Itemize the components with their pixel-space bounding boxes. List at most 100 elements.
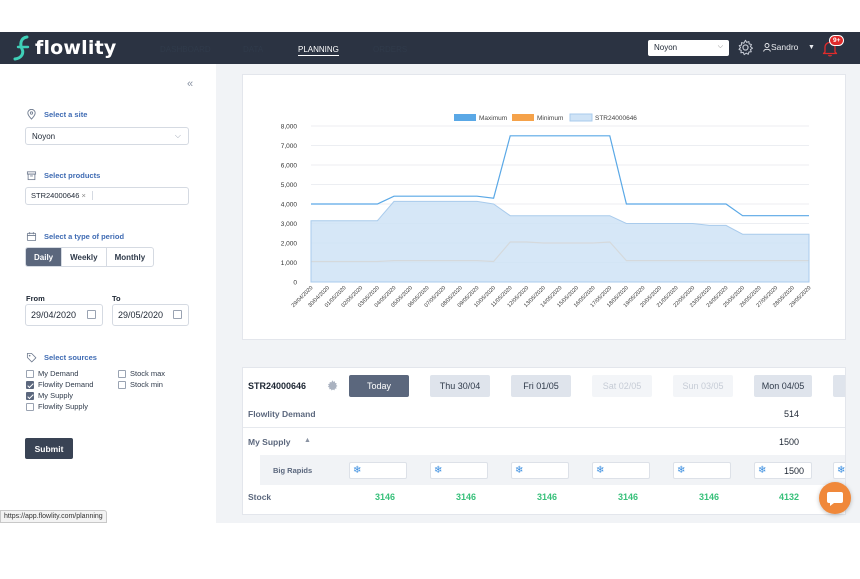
flowlity-demand-label: Flowlity Demand xyxy=(248,409,316,419)
snowflake-icon[interactable]: ❄ xyxy=(353,465,361,476)
nav-planning[interactable]: PLANNING xyxy=(298,45,339,56)
flowlity-logo[interactable]: flowlity xyxy=(12,35,116,61)
supply-input-partial[interactable]: ❄ xyxy=(833,462,845,479)
to-date-input[interactable]: 29/05/2020 xyxy=(112,304,189,326)
snowflake-icon[interactable]: ❄ xyxy=(515,465,523,476)
source-my-demand[interactable]: My Demand xyxy=(26,369,78,378)
supply-input[interactable]: ❄ 1500 xyxy=(754,462,812,479)
day-header[interactable]: Fri 01/05 xyxy=(511,375,571,397)
day-header[interactable]: Thu 30/04 xyxy=(430,375,490,397)
remove-tag-icon[interactable]: × xyxy=(81,191,85,200)
supply-input[interactable]: ❄ xyxy=(430,462,488,479)
source-stock-min[interactable]: Stock min xyxy=(118,380,163,389)
checkbox[interactable] xyxy=(118,369,126,378)
box-icon xyxy=(26,171,37,181)
tag-icon xyxy=(26,352,37,363)
flowlity-logo-icon xyxy=(13,35,30,61)
snowflake-icon[interactable]: ❄ xyxy=(677,465,685,476)
snowflake-icon[interactable]: ❄ xyxy=(434,465,442,476)
checkbox[interactable] xyxy=(26,402,34,411)
chat-widget-button[interactable] xyxy=(819,482,851,514)
nav-orders[interactable]: ORDERS xyxy=(373,45,407,54)
user-menu[interactable]: Sandro xyxy=(763,42,798,52)
y-tick-label: 7,000 xyxy=(281,143,298,150)
from-date-input[interactable]: 29/04/2020 xyxy=(25,304,103,326)
products-multiselect[interactable]: STR24000646 × xyxy=(25,187,189,205)
chevron-down-icon: ⌵ xyxy=(717,43,723,50)
source-flowlity-supply[interactable]: Flowlity Supply xyxy=(26,402,88,411)
period-toggle: Daily Weekly Monthly xyxy=(25,247,155,267)
period-daily[interactable]: Daily xyxy=(26,248,63,266)
product-tag: STR24000646 × xyxy=(31,191,93,200)
planning-chart: 0 1,000 2,000 3,000 4,000 5,000 6,000 7,000 8,00… xyxy=(281,113,812,309)
source-flowlity-demand[interactable]: Flowlity Demand xyxy=(26,380,93,389)
legend-label: Minimum xyxy=(537,115,563,122)
today-button[interactable]: Today xyxy=(349,375,409,397)
snowflake-icon[interactable]: ❄ xyxy=(596,465,604,476)
big-rapids-value: 1500 xyxy=(783,466,804,476)
y-tick-label: 0 xyxy=(293,280,297,287)
period-label: Select a type of period xyxy=(26,231,124,242)
sources-label: Select sources xyxy=(26,352,97,363)
row-divider xyxy=(243,427,845,428)
checkbox[interactable] xyxy=(26,391,34,400)
stock-value: 4132 xyxy=(778,492,799,502)
nav-dashboard[interactable]: DASHBOARD xyxy=(160,45,211,54)
to-label: To xyxy=(112,294,121,303)
y-tick-label: 6,000 xyxy=(281,163,298,170)
chat-bubble-icon xyxy=(827,492,843,506)
notification-badge: 9+ xyxy=(829,35,845,46)
products-label: Select products xyxy=(26,170,100,181)
site-label: Select a site xyxy=(26,109,87,120)
stock-value: 3146 xyxy=(698,492,719,502)
big-rapids-label: Big Rapids xyxy=(273,466,313,475)
period-weekly[interactable]: Weekly xyxy=(62,248,107,266)
y-tick-label: 4,000 xyxy=(281,202,298,209)
supply-input[interactable]: ❄ xyxy=(511,462,569,479)
status-url: https://app.flowlity.com/planning xyxy=(0,510,107,523)
y-tick-label: 3,000 xyxy=(281,221,298,228)
supply-input[interactable]: ❄ xyxy=(673,462,731,479)
day-header[interactable]: Sat 02/05 xyxy=(592,375,652,397)
gear-icon[interactable] xyxy=(737,39,754,56)
user-name: Sandro xyxy=(771,42,799,52)
header-site-select[interactable]: Noyon ⌵ xyxy=(648,40,729,56)
flowlity-demand-value: 514 xyxy=(783,409,799,419)
calendar-icon xyxy=(26,232,37,242)
caret-down-icon[interactable]: ▼ xyxy=(808,44,815,51)
caret-up-icon[interactable]: ▲ xyxy=(304,437,311,444)
site-select-value: Noyon xyxy=(32,132,56,141)
my-supply-label: My Supply xyxy=(248,437,291,447)
legend-label: STR24000646 xyxy=(595,115,637,122)
source-my-supply[interactable]: My Supply xyxy=(26,391,73,400)
stock-value: 3146 xyxy=(617,492,638,502)
supply-input[interactable]: ❄ xyxy=(349,462,407,479)
legend-swatch xyxy=(454,114,476,121)
snowflake-icon[interactable]: ❄ xyxy=(758,465,766,476)
checkbox[interactable] xyxy=(26,380,34,389)
stock-value: 3146 xyxy=(374,492,395,502)
my-supply-value: 1500 xyxy=(778,437,799,447)
product-title: STR24000646 xyxy=(248,381,307,391)
gear-icon[interactable] xyxy=(327,380,338,391)
collapse-sidebar-icon[interactable]: « xyxy=(187,78,193,90)
checkbox[interactable] xyxy=(26,369,34,378)
day-header[interactable]: Sun 03/05 xyxy=(673,375,733,397)
source-stock-max[interactable]: Stock max xyxy=(118,369,165,378)
nav-data[interactable]: DATA xyxy=(243,45,263,54)
filters-sidebar: « Select a site Noyon ⌵ Select products … xyxy=(0,64,216,579)
y-tick-label: 1,000 xyxy=(281,260,298,267)
top-navbar: flowlity DASHBOARD DATA PLANNING ORDERS … xyxy=(0,32,860,64)
day-header-partial[interactable] xyxy=(833,375,845,397)
submit-button[interactable]: Submit xyxy=(25,438,73,459)
checkbox[interactable] xyxy=(118,380,126,389)
y-tick-label: 2,000 xyxy=(281,241,298,248)
y-tick-label: 5,000 xyxy=(281,182,298,189)
legend-swatch xyxy=(569,113,593,122)
big-rapids-row: Big Rapids ❄ ❄ ❄ ❄ ❄ ❄ 1500 ❄ xyxy=(260,455,845,485)
day-header[interactable]: Mon 04/05 xyxy=(754,375,812,397)
period-monthly[interactable]: Monthly xyxy=(107,248,154,266)
supply-input[interactable]: ❄ xyxy=(592,462,650,479)
site-select[interactable]: Noyon ⌵ xyxy=(25,127,189,145)
snowflake-icon[interactable]: ❄ xyxy=(837,465,845,476)
